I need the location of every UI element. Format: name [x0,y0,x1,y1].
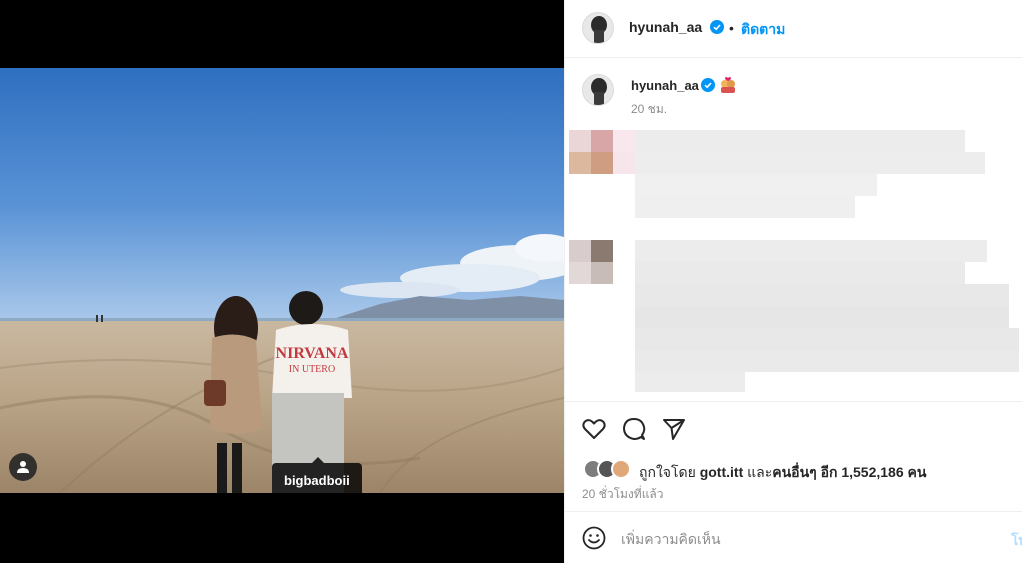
follow-button[interactable]: ติดตาม [741,19,785,41]
caption-username[interactable]: hyunah_aa [631,78,699,93]
couple-heart-emoji-icon [721,77,735,93]
caption-avatar[interactable] [582,74,614,106]
post-media: NIRVANA IN UTERO bigbadboii [0,0,564,563]
blurred-caption-text [569,130,989,220]
likes-middle: และ [743,464,773,480]
header-separator: • [729,20,734,36]
beach-photo: NIRVANA IN UTERO [0,68,564,493]
person-icon [17,461,29,473]
post-comment-button[interactable]: โพสต์ [1011,530,1022,552]
comment-bar: โพสต์ [565,511,1022,563]
author-avatar[interactable] [582,12,614,44]
likes-prefix: ถูกใจโดย [639,464,700,480]
shirt-subtext: IN UTERO [289,364,335,375]
shirt-text: NIRVANA [276,345,349,362]
author-username[interactable]: hyunah_aa [629,19,702,35]
post-header: hyunah_aa • ติดตาม [565,0,1022,58]
post-photo[interactable]: NIRVANA IN UTERO bigbadboii [0,68,564,493]
comment-input[interactable] [621,528,1001,550]
blurred-comment-text [569,240,1019,392]
post-timestamp: 20 ชั่วโมงที่แล้ว [582,487,664,501]
user-tag-bubble[interactable]: bigbadboii [272,457,362,493]
instagram-post-view: NIRVANA IN UTERO bigbadboii hyunah_aa • … [0,0,1022,563]
verified-badge-icon [701,78,715,92]
avatar-image [583,13,613,43]
post-actions: ถูกใจโดย gott.itt และคนอื่นๆ อีก 1,552,1… [565,401,1022,511]
heart-icon[interactable] [581,416,607,442]
liker-avatars [583,459,635,481]
send-icon[interactable] [661,416,687,442]
avatar-image [583,75,613,105]
tagged-users-button[interactable] [9,453,37,481]
verified-badge-icon [710,20,724,34]
other-likers-link[interactable]: คนอื่นๆ อีก 1,552,186 คน [772,464,926,480]
first-liker-link[interactable]: gott.itt [700,464,744,480]
emoji-picker-icon[interactable] [582,526,606,550]
caption-timestamp: 20 ชม. [631,102,668,116]
post-side-panel: hyunah_aa • ติดตาม hyunah_aa 20 ชม. ถูกใ… [564,0,1022,563]
comment-icon[interactable] [621,416,647,442]
liker-avatar [611,459,631,479]
likes-summary: ถูกใจโดย gott.itt และคนอื่นๆ อีก 1,552,1… [639,462,926,484]
